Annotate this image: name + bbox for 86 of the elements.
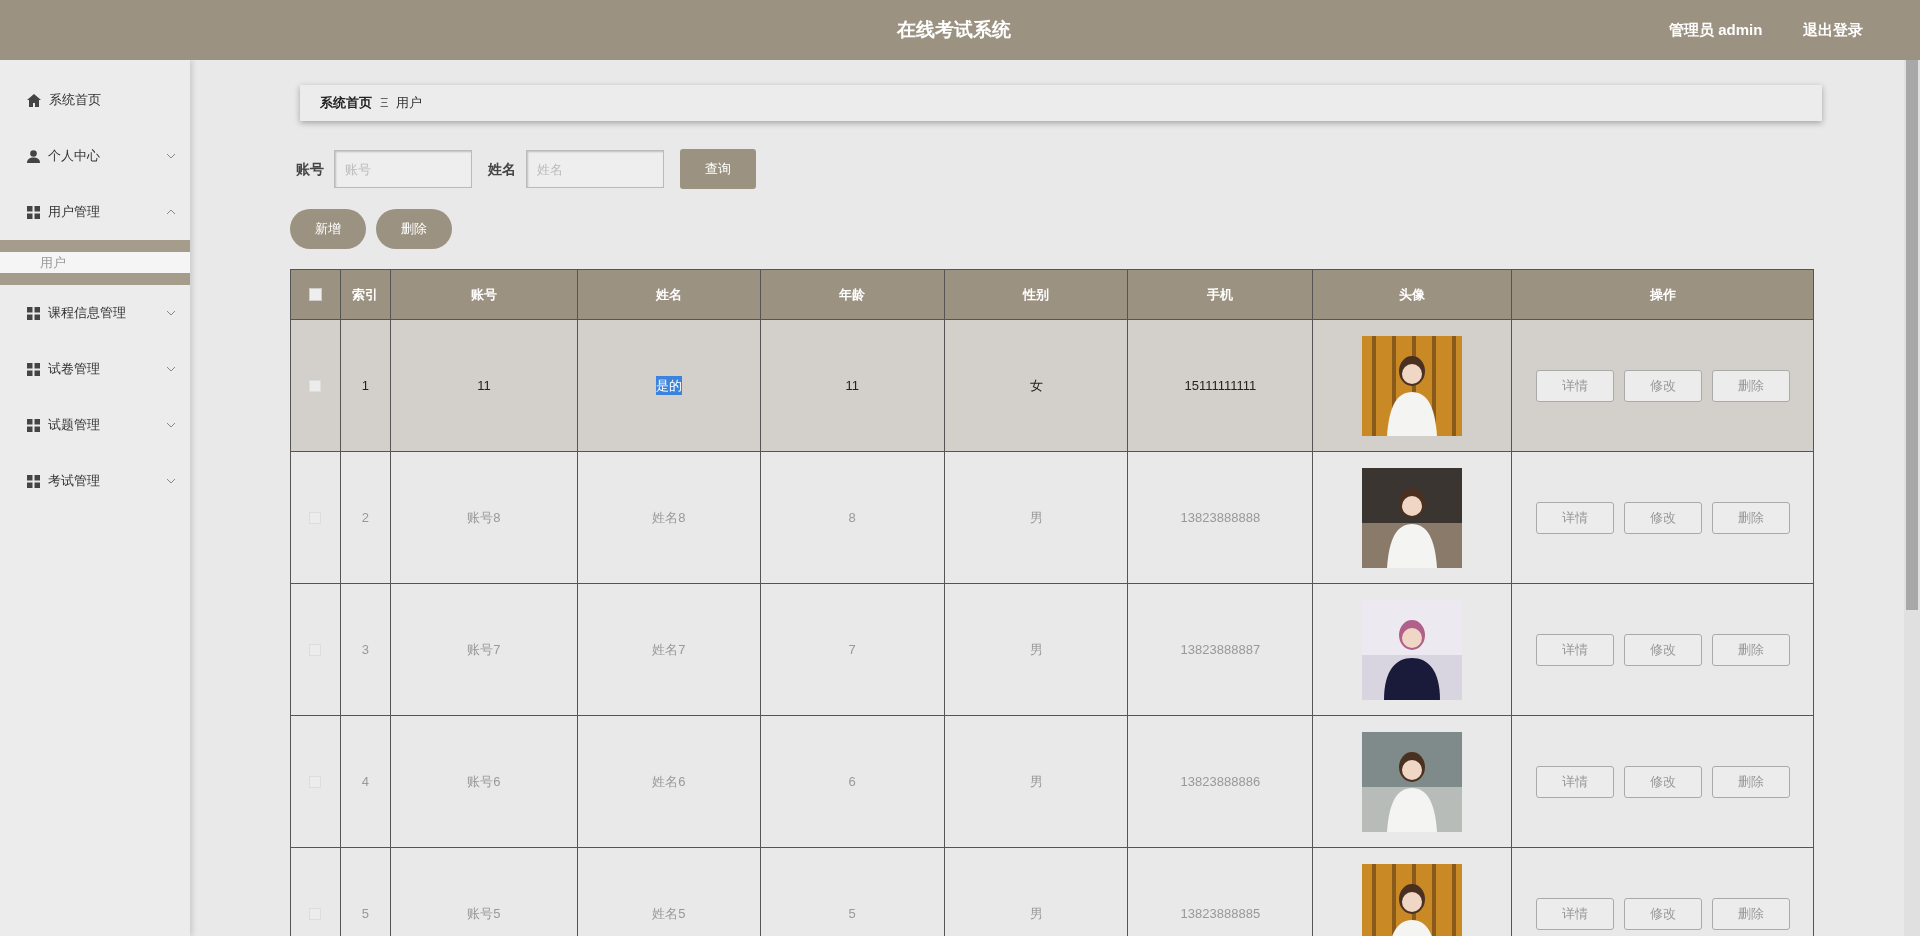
column-header: 手机 <box>1207 285 1234 304</box>
table-cell-text: 账号6 <box>467 772 501 791</box>
grid-icon <box>27 474 40 488</box>
table-cell-text: 13823888888 <box>1180 508 1261 527</box>
details-button[interactable]: 详情 <box>1535 501 1614 534</box>
details-button[interactable]: 详情 <box>1535 765 1614 798</box>
table-cell-text: 13823888886 <box>1180 772 1261 791</box>
column-header: 姓名 <box>655 285 682 304</box>
column-header: 性别 <box>1023 285 1049 304</box>
table-cell-text: 姓名8 <box>652 508 686 527</box>
row-checkbox[interactable] <box>309 379 322 392</box>
breadcrumb-item[interactable]: 系统首页 <box>320 93 372 113</box>
sidebar-item[interactable]: 试题管理 <box>0 397 190 453</box>
table-cell-text: 账号8 <box>467 508 501 527</box>
table-cell-text: 11 <box>477 376 491 395</box>
grid-icon <box>27 306 40 320</box>
breadcrumb-item[interactable]: 用户 <box>396 93 423 113</box>
table-cell-text: 姓名7 <box>652 640 686 659</box>
home-icon <box>27 93 41 107</box>
table-cell-text: 7 <box>848 640 856 659</box>
details-button[interactable]: 详情 <box>1535 369 1614 402</box>
table-cell-text: 姓名5 <box>652 904 686 923</box>
delete-button[interactable]: 删除 <box>1711 633 1790 666</box>
table-cell-text: 男 <box>1029 772 1043 791</box>
column-header: 账号 <box>470 285 497 304</box>
sidebar-item[interactable]: 系统首页 <box>0 72 190 128</box>
submenu-item[interactable]: 用户 <box>0 252 190 273</box>
table-cell-text: 男 <box>1029 904 1043 923</box>
table-row[interactable]: 2 账号8 姓名8 8 男 13823888888 详情 修改 删除 <box>291 452 1813 584</box>
sidebar-item[interactable]: 试卷管理 <box>0 341 190 397</box>
table-cell-text: 3 <box>361 640 370 659</box>
table-cell-text: 账号5 <box>467 904 501 923</box>
table-cell-text: 13823888887 <box>1180 640 1261 659</box>
sidebar-item[interactable]: 个人中心 <box>0 128 190 184</box>
edit-button[interactable]: 修改 <box>1623 633 1702 666</box>
table-cell-text: 姓名6 <box>652 772 686 791</box>
query-button[interactable]: 查询 <box>680 149 756 189</box>
table-cell-text: 男 <box>1029 508 1043 527</box>
edit-button[interactable]: 修改 <box>1623 897 1702 930</box>
delete-button[interactable]: 删除 <box>1711 765 1790 798</box>
table-cell-text: 女 <box>1029 376 1043 395</box>
table-row[interactable]: 1 11 是的 11 女 15111111111 详情 修改 删除 <box>291 320 1813 452</box>
grid-icon <box>27 205 40 219</box>
details-button[interactable]: 详情 <box>1535 897 1614 930</box>
table-cell-text: 5 <box>848 904 856 923</box>
add-button[interactable]: 新增 <box>290 209 366 249</box>
table-cell-text: 8 <box>848 508 856 527</box>
logout-link[interactable]: 退出登录 <box>1803 18 1863 42</box>
delete-button[interactable]: 删除 <box>1711 501 1790 534</box>
table-row[interactable]: 3 账号7 姓名7 7 男 13823888887 详情 修改 删除 <box>291 584 1813 716</box>
table-row[interactable]: 4 账号6 姓名6 6 男 13823888886 详情 修改 删除 <box>291 716 1813 848</box>
delete-button[interactable]: 删除 <box>1711 369 1790 402</box>
edit-button[interactable]: 修改 <box>1623 501 1702 534</box>
user-label: 管理员 admin <box>1669 19 1763 40</box>
edit-button[interactable]: 修改 <box>1623 369 1702 402</box>
table-cell-text: 15111111111 <box>1184 376 1257 395</box>
scrollbar[interactable] <box>1904 60 1920 936</box>
app-title: 在线考试系统 <box>897 17 1011 42</box>
column-header: 操作 <box>1649 285 1676 304</box>
table-cell-text: 1 <box>361 376 370 395</box>
field-label: 账号 <box>296 159 324 179</box>
table-cell-text: 2 <box>361 508 370 527</box>
sidebar-item[interactable]: 考试管理 <box>0 453 190 509</box>
table-cell-text: 6 <box>848 772 856 791</box>
details-button[interactable]: 详情 <box>1535 633 1614 666</box>
edit-button[interactable]: 修改 <box>1623 765 1702 798</box>
sidebar-item[interactable]: 课程信息管理 <box>0 285 190 341</box>
delete-button[interactable]: 删除 <box>1711 897 1790 930</box>
field-label: 姓名 <box>488 159 516 179</box>
column-header: 头像 <box>1399 285 1426 304</box>
table-cell: 是的 <box>655 375 682 396</box>
grid-icon <box>27 418 40 432</box>
breadcrumb-separator: Ξ <box>380 94 389 113</box>
column-header: 索引 <box>352 285 379 304</box>
sidebar-item[interactable]: 用户管理 <box>0 184 190 240</box>
select-all-checkbox[interactable] <box>309 288 322 301</box>
user-icon <box>27 149 40 163</box>
table-cell-text: 男 <box>1029 640 1043 659</box>
delete-button[interactable]: 删除 <box>376 209 452 249</box>
table-cell-text: 5 <box>361 904 370 923</box>
table-cell-text: 4 <box>361 772 370 791</box>
table-cell-text: 13823888885 <box>1180 904 1261 923</box>
table-cell-text: 账号7 <box>467 640 501 659</box>
table-cell-text: 11 <box>845 376 859 395</box>
column-header: 年龄 <box>839 285 866 304</box>
grid-icon <box>27 362 40 376</box>
